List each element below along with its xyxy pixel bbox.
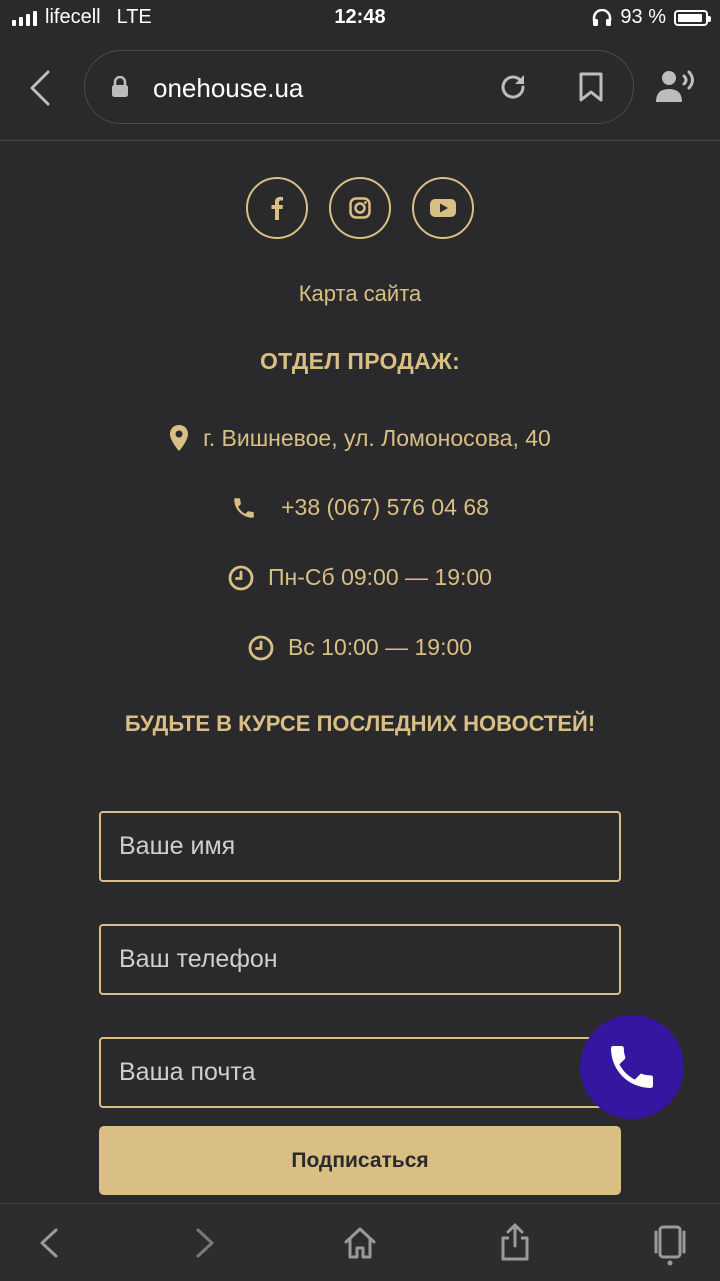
phone-icon (611, 1046, 653, 1088)
bookmark-icon[interactable] (577, 71, 605, 103)
url-field[interactable]: onehouse.ua (84, 50, 634, 124)
phone-row: +38 (067) 576 04 68 (0, 494, 720, 521)
headphones-icon (593, 8, 612, 26)
name-input[interactable] (99, 811, 621, 882)
address-text: г. Вишневое, ул. Ломоносова, 40 (203, 424, 551, 451)
url-text[interactable]: onehouse.ua (153, 73, 303, 104)
address-row: г. Вишневое, ул. Ломоносова, 40 (0, 424, 720, 452)
share-icon[interactable] (499, 1222, 531, 1262)
battery-icon (674, 9, 711, 26)
instagram-icon (349, 197, 371, 219)
facebook-icon (271, 196, 283, 220)
back-icon[interactable] (22, 66, 62, 110)
sitemap-link[interactable]: Карта сайта (0, 281, 720, 307)
youtube-link[interactable] (412, 177, 474, 239)
call-button[interactable] (580, 1015, 684, 1119)
newsletter-title: БУДЬТЕ В КУРСЕ ПОСЛЕДНИХ НОВОСТЕЙ! (124, 711, 596, 736)
lock-icon (112, 76, 128, 97)
hours-sunday-row: Вс 10:00 — 19:00 (0, 634, 720, 661)
clock-icon (228, 565, 254, 590)
battery-percent: 93 % (620, 6, 666, 28)
browser-toolbar (0, 1203, 720, 1281)
tabs-icon[interactable] (652, 1224, 688, 1266)
home-icon[interactable] (343, 1226, 377, 1260)
hours-weekdays-row: Пн-Сб 09:00 — 19:00 (0, 564, 720, 591)
clock-icon (248, 635, 274, 660)
social-links (0, 177, 720, 239)
reader-icon[interactable] (654, 68, 698, 104)
subscribe-button[interactable]: Подписаться (99, 1126, 621, 1195)
phone-link[interactable]: +38 (067) 576 04 68 (281, 494, 489, 521)
phone-input[interactable] (99, 924, 621, 995)
forward-icon[interactable] (192, 1226, 218, 1260)
instagram-link[interactable] (329, 177, 391, 239)
status-right: 93 % (592, 6, 711, 29)
hours-sunday-text: Вс 10:00 — 19:00 (287, 634, 473, 660)
reload-icon[interactable] (497, 71, 529, 103)
status-bar: lifecell LTE 12:48 93 % (0, 0, 720, 36)
youtube-icon (430, 199, 456, 217)
phone-icon (234, 497, 254, 518)
email-input[interactable] (99, 1037, 621, 1108)
sales-department-title: ОТДЕЛ ПРОДАЖ: (259, 348, 461, 374)
browser-address-bar: onehouse.ua (0, 36, 720, 141)
facebook-link[interactable] (246, 177, 308, 239)
location-pin-icon (170, 425, 189, 451)
hours-weekdays-text: Пн-Сб 09:00 — 19:00 (268, 564, 492, 590)
back-icon[interactable] (36, 1226, 62, 1260)
